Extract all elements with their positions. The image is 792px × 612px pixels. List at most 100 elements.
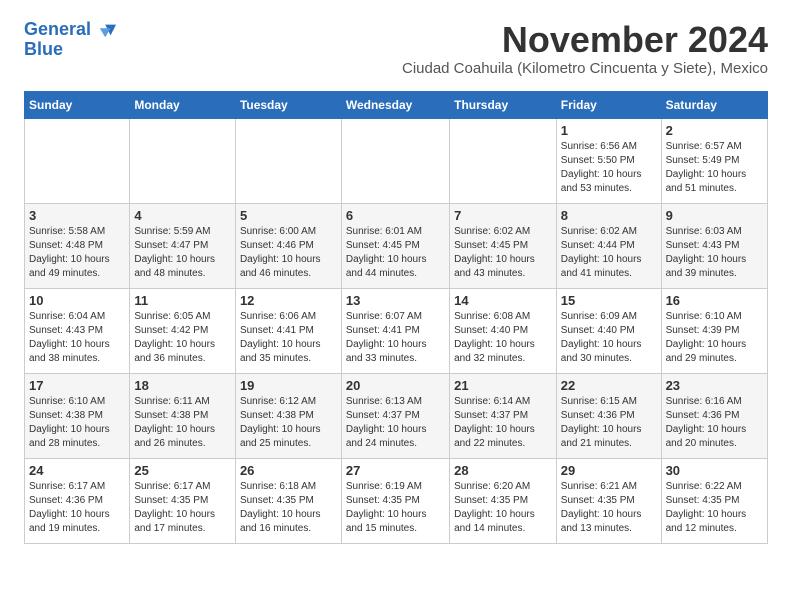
day-number: 26 (240, 463, 337, 478)
calendar-cell (341, 118, 449, 203)
day-number: 10 (29, 293, 125, 308)
calendar-cell: 25 Sunrise: 6:17 AM Sunset: 4:35 PM Dayli… (130, 458, 236, 543)
day-number: 8 (561, 208, 657, 223)
calendar-cell: 13 Sunrise: 6:07 AM Sunset: 4:41 PM Dayli… (341, 288, 449, 373)
day-number: 14 (454, 293, 552, 308)
day-number: 17 (29, 378, 125, 393)
calendar-cell (25, 118, 130, 203)
cell-info: Sunrise: 6:22 AM Sunset: 4:35 PM Dayligh… (666, 480, 763, 536)
calendar-cell: 7 Sunrise: 6:02 AM Sunset: 4:45 PM Daylig… (450, 203, 557, 288)
day-number: 30 (666, 463, 763, 478)
logo-line2: Blue (24, 40, 116, 60)
day-number: 3 (29, 208, 125, 223)
calendar-cell: 12 Sunrise: 6:06 AM Sunset: 4:41 PM Dayli… (235, 288, 341, 373)
cell-info: Sunrise: 6:19 AM Sunset: 4:35 PM Dayligh… (346, 480, 445, 536)
cell-info: Sunrise: 6:04 AM Sunset: 4:43 PM Dayligh… (29, 310, 125, 366)
day-number: 6 (346, 208, 445, 223)
calendar-cell: 3 Sunrise: 5:58 AM Sunset: 4:48 PM Daylig… (25, 203, 130, 288)
calendar-header-tuesday: Tuesday (235, 91, 341, 118)
calendar-cell (235, 118, 341, 203)
logo: General Blue (24, 20, 116, 60)
calendar-table: SundayMondayTuesdayWednesdayThursdayFrid… (24, 91, 768, 544)
day-number: 20 (346, 378, 445, 393)
calendar-header-wednesday: Wednesday (341, 91, 449, 118)
calendar-cell: 29 Sunrise: 6:21 AM Sunset: 4:35 PM Dayli… (556, 458, 661, 543)
day-number: 24 (29, 463, 125, 478)
day-number: 12 (240, 293, 337, 308)
calendar-cell: 9 Sunrise: 6:03 AM Sunset: 4:43 PM Daylig… (661, 203, 767, 288)
cell-info: Sunrise: 6:10 AM Sunset: 4:38 PM Dayligh… (29, 395, 125, 451)
cell-info: Sunrise: 6:07 AM Sunset: 4:41 PM Dayligh… (346, 310, 445, 366)
cell-info: Sunrise: 5:58 AM Sunset: 4:48 PM Dayligh… (29, 225, 125, 281)
calendar-cell (450, 118, 557, 203)
calendar-cell: 30 Sunrise: 6:22 AM Sunset: 4:35 PM Dayli… (661, 458, 767, 543)
calendar-cell: 17 Sunrise: 6:10 AM Sunset: 4:38 PM Dayli… (25, 373, 130, 458)
day-number: 7 (454, 208, 552, 223)
day-number: 27 (346, 463, 445, 478)
calendar-cell: 28Sunrise: 6:20 AM Sunset: 4:35 PM Dayli… (450, 458, 557, 543)
cell-info: Sunrise: 6:02 AM Sunset: 4:45 PM Dayligh… (454, 225, 552, 281)
day-number: 13 (346, 293, 445, 308)
day-number: 21 (454, 378, 552, 393)
cell-info: Sunrise: 6:56 AM Sunset: 5:50 PM Dayligh… (561, 140, 657, 196)
cell-info: Sunrise: 6:05 AM Sunset: 4:42 PM Dayligh… (134, 310, 231, 366)
day-number: 15 (561, 293, 657, 308)
day-number: 29 (561, 463, 657, 478)
cell-info: Sunrise: 6:16 AM Sunset: 4:36 PM Dayligh… (666, 395, 763, 451)
cell-info: Sunrise: 6:20 AM Sunset: 4:35 PM Dayligh… (454, 480, 552, 536)
calendar-cell: 21 Sunrise: 6:14 AM Sunset: 4:37 PM Dayli… (450, 373, 557, 458)
day-number: 19 (240, 378, 337, 393)
day-number: 5 (240, 208, 337, 223)
cell-info: Sunrise: 6:03 AM Sunset: 4:43 PM Dayligh… (666, 225, 763, 281)
cell-info: Sunrise: 6:15 AM Sunset: 4:36 PM Dayligh… (561, 395, 657, 451)
calendar-cell: 2 Sunrise: 6:57 AM Sunset: 5:49 PM Daylig… (661, 118, 767, 203)
day-number: 2 (666, 123, 763, 138)
day-number: 1 (561, 123, 657, 138)
day-number: 25 (134, 463, 231, 478)
cell-info: Sunrise: 6:14 AM Sunset: 4:37 PM Dayligh… (454, 395, 552, 451)
cell-info: Sunrise: 5:59 AM Sunset: 4:47 PM Dayligh… (134, 225, 231, 281)
cell-info: Sunrise: 6:57 AM Sunset: 5:49 PM Dayligh… (666, 140, 763, 196)
calendar-cell (130, 118, 236, 203)
cell-info: Sunrise: 6:12 AM Sunset: 4:38 PM Dayligh… (240, 395, 337, 451)
day-number: 18 (134, 378, 231, 393)
day-number: 9 (666, 208, 763, 223)
calendar-header-friday: Friday (556, 91, 661, 118)
day-number: 11 (134, 293, 231, 308)
calendar-cell: 22 Sunrise: 6:15 AM Sunset: 4:36 PM Dayli… (556, 373, 661, 458)
cell-info: Sunrise: 6:11 AM Sunset: 4:38 PM Dayligh… (134, 395, 231, 451)
calendar-cell: 20 Sunrise: 6:13 AM Sunset: 4:37 PM Dayli… (341, 373, 449, 458)
calendar-cell: 16 Sunrise: 6:10 AM Sunset: 4:39 PM Dayli… (661, 288, 767, 373)
cell-info: Sunrise: 6:21 AM Sunset: 4:35 PM Dayligh… (561, 480, 657, 536)
calendar-cell: 27 Sunrise: 6:19 AM Sunset: 4:35 PM Dayli… (341, 458, 449, 543)
day-number: 4 (134, 208, 231, 223)
cell-info: Sunrise: 6:01 AM Sunset: 4:45 PM Dayligh… (346, 225, 445, 281)
calendar-cell: 10 Sunrise: 6:04 AM Sunset: 4:43 PM Dayli… (25, 288, 130, 373)
calendar-header-sunday: Sunday (25, 91, 130, 118)
calendar-cell: 1 Sunrise: 6:56 AM Sunset: 5:50 PM Daylig… (556, 118, 661, 203)
calendar-cell: 5Sunrise: 6:00 AM Sunset: 4:46 PM Daylig… (235, 203, 341, 288)
page-title: November 2024 (402, 20, 768, 60)
cell-info: Sunrise: 6:10 AM Sunset: 4:39 PM Dayligh… (666, 310, 763, 366)
cell-info: Sunrise: 6:17 AM Sunset: 4:36 PM Dayligh… (29, 480, 125, 536)
calendar-cell: 11 Sunrise: 6:05 AM Sunset: 4:42 PM Dayli… (130, 288, 236, 373)
cell-info: Sunrise: 6:17 AM Sunset: 4:35 PM Dayligh… (134, 480, 231, 536)
calendar-cell: 15Sunrise: 6:09 AM Sunset: 4:40 PM Dayli… (556, 288, 661, 373)
calendar-header-thursday: Thursday (450, 91, 557, 118)
cell-info: Sunrise: 6:18 AM Sunset: 4:35 PM Dayligh… (240, 480, 337, 536)
calendar-header-monday: Monday (130, 91, 236, 118)
page-subtitle: Ciudad Coahuila (Kilometro Cincuenta y S… (402, 60, 768, 77)
calendar-cell: 6 Sunrise: 6:01 AM Sunset: 4:45 PM Daylig… (341, 203, 449, 288)
day-number: 23 (666, 378, 763, 393)
cell-info: Sunrise: 6:02 AM Sunset: 4:44 PM Dayligh… (561, 225, 657, 281)
cell-info: Sunrise: 6:08 AM Sunset: 4:40 PM Dayligh… (454, 310, 552, 366)
calendar-cell: 4 Sunrise: 5:59 AM Sunset: 4:47 PM Daylig… (130, 203, 236, 288)
logo-line1: General (24, 20, 116, 40)
calendar-header-saturday: Saturday (661, 91, 767, 118)
day-number: 16 (666, 293, 763, 308)
day-number: 22 (561, 378, 657, 393)
calendar-cell: 24 Sunrise: 6:17 AM Sunset: 4:36 PM Dayli… (25, 458, 130, 543)
calendar-cell: 23 Sunrise: 6:16 AM Sunset: 4:36 PM Dayli… (661, 373, 767, 458)
cell-info: Sunrise: 6:13 AM Sunset: 4:37 PM Dayligh… (346, 395, 445, 451)
cell-info: Sunrise: 6:06 AM Sunset: 4:41 PM Dayligh… (240, 310, 337, 366)
